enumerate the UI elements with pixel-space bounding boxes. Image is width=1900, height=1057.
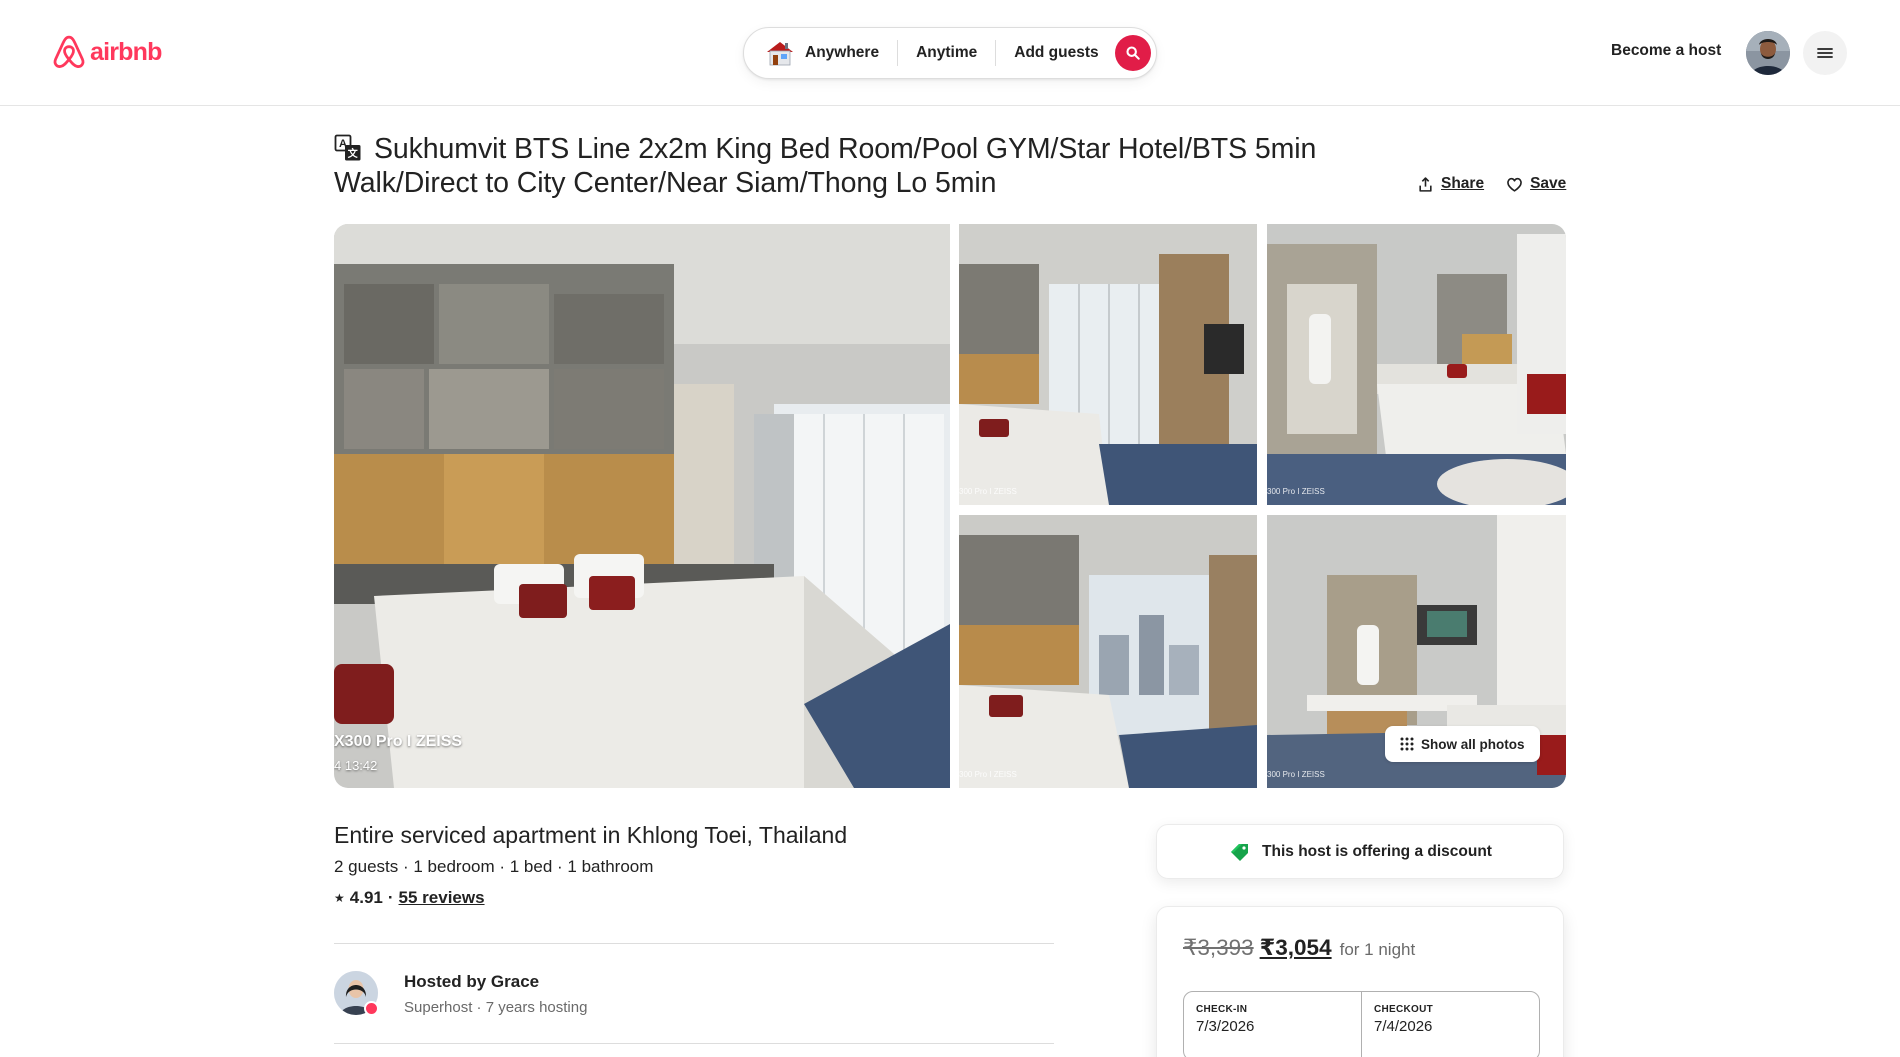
discount-text: This host is offering a discount	[1262, 842, 1492, 860]
search-anytime[interactable]: Anytime	[898, 44, 995, 62]
show-all-photos-label: Show all photos	[1421, 736, 1525, 752]
price-tag-icon	[1231, 843, 1249, 861]
bedroom-photo	[334, 224, 950, 788]
photo-watermark: 300 Pro I ZEISS	[959, 770, 1017, 779]
search-add-guests[interactable]: Add guests	[996, 44, 1112, 62]
checkout-field[interactable]: CHECKOUT 7/4/2026	[1361, 992, 1539, 1057]
listing-rating: ★ 4.91 · 55 reviews	[334, 888, 485, 908]
top-header: airbnb Anywhere Anytime Add guests Becom…	[0, 0, 1900, 106]
superhost-badge	[364, 1001, 379, 1016]
photo-watermark: 300 Pro I ZEISS	[1267, 770, 1325, 779]
share-save-actions: Share Save	[1417, 175, 1566, 193]
check-in-value: 7/3/2026	[1196, 1018, 1255, 1035]
user-avatar-image	[1746, 31, 1790, 75]
divider	[334, 1043, 1054, 1044]
share-label: Share	[1441, 175, 1485, 192]
become-a-host-link[interactable]: Become a host	[1611, 42, 1721, 60]
listing-details: 2 guests · 1 bedroom · 1 bed · 1 bathroo…	[334, 857, 654, 876]
check-in-label: CHECK-IN	[1196, 1004, 1248, 1015]
listing-title-block: A 文 Sukhumvit BTS Line 2x2m King Bed Roo…	[334, 132, 1384, 200]
search-button[interactable]	[1114, 35, 1151, 71]
share-icon	[1419, 176, 1432, 192]
user-avatar[interactable]	[1746, 31, 1790, 75]
booking-card: ₹3,393 ₹3,054 for 1 night CHECK-IN 7/3/2…	[1156, 906, 1564, 1057]
grid-dots-icon	[1400, 737, 1414, 751]
gallery-photo-2[interactable]: 300 Pro I ZEISS	[959, 224, 1257, 505]
hamburger-menu-icon	[1817, 48, 1833, 58]
star-icon: ★	[334, 891, 345, 905]
heart-icon	[1507, 177, 1522, 192]
discount-banner: This host is offering a discount	[1156, 824, 1564, 879]
logo-text: airbnb	[90, 37, 162, 66]
search-anywhere[interactable]: Anywhere	[744, 38, 897, 68]
host-meta: Superhost · 7 years hosting	[404, 999, 588, 1016]
bedroom-window-photo	[959, 224, 1257, 505]
translate-icon[interactable]: A 文	[334, 134, 362, 162]
photo-watermark: X300 Pro I ZEISS 4 13:42	[334, 730, 462, 778]
main-menu-button[interactable]	[1803, 31, 1847, 75]
listing-subtitle: Entire serviced apartment in Khlong Toei…	[334, 822, 848, 848]
rating-value: 4.91	[349, 888, 383, 907]
rating-separator: ·	[387, 888, 394, 907]
photo-watermark: 300 Pro I ZEISS	[959, 487, 1017, 496]
photo-gallery: X300 Pro I ZEISS 4 13:42 300 Pro I ZEISS	[334, 224, 1566, 788]
svg-text:文: 文	[348, 147, 359, 160]
checkout-value: 7/4/2026	[1374, 1018, 1433, 1035]
bed-city-view-photo	[959, 515, 1257, 788]
price-period: for 1 night	[1339, 940, 1416, 959]
airbnb-logo[interactable]: airbnb	[52, 33, 162, 71]
show-all-photos-button[interactable]: Show all photos	[1385, 726, 1540, 762]
gallery-photo-4[interactable]: 300 Pro I ZEISS	[959, 515, 1257, 788]
airbnb-logo-icon	[53, 35, 85, 68]
search-bar[interactable]: Anywhere Anytime Add guests	[743, 27, 1157, 79]
divider	[334, 943, 1054, 944]
save-label: Save	[1530, 175, 1567, 192]
reviews-link[interactable]: 55 reviews	[399, 888, 485, 908]
watermark-time: 4 13:42	[334, 758, 378, 773]
price-row: ₹3,393 ₹3,054 for 1 night	[1183, 935, 1415, 961]
original-price: ₹3,393	[1183, 935, 1254, 960]
gallery-photo-3[interactable]: 300 Pro I ZEISS	[1267, 224, 1566, 505]
share-button[interactable]: Share	[1417, 175, 1484, 193]
room-wardrobe-photo	[1267, 224, 1566, 505]
discounted-price[interactable]: ₹3,054	[1260, 935, 1332, 961]
house-icon	[767, 42, 793, 66]
anywhere-label: Anywhere	[805, 44, 880, 61]
checkout-label: CHECKOUT	[1374, 1004, 1434, 1015]
photo-watermark: 300 Pro I ZEISS	[1267, 487, 1325, 496]
save-button[interactable]: Save	[1506, 175, 1566, 193]
hosted-by: Hosted by Grace	[404, 972, 540, 991]
watermark-text: X300 Pro I ZEISS	[334, 733, 463, 750]
check-in-field[interactable]: CHECK-IN 7/3/2026	[1184, 992, 1361, 1057]
date-picker[interactable]: CHECK-IN 7/3/2026 CHECKOUT 7/4/2026	[1183, 991, 1540, 1057]
search-icon	[1126, 46, 1140, 60]
gallery-photo-main[interactable]: X300 Pro I ZEISS 4 13:42	[334, 224, 950, 788]
listing-title: Sukhumvit BTS Line 2x2m King Bed Room/Po…	[334, 133, 1317, 199]
